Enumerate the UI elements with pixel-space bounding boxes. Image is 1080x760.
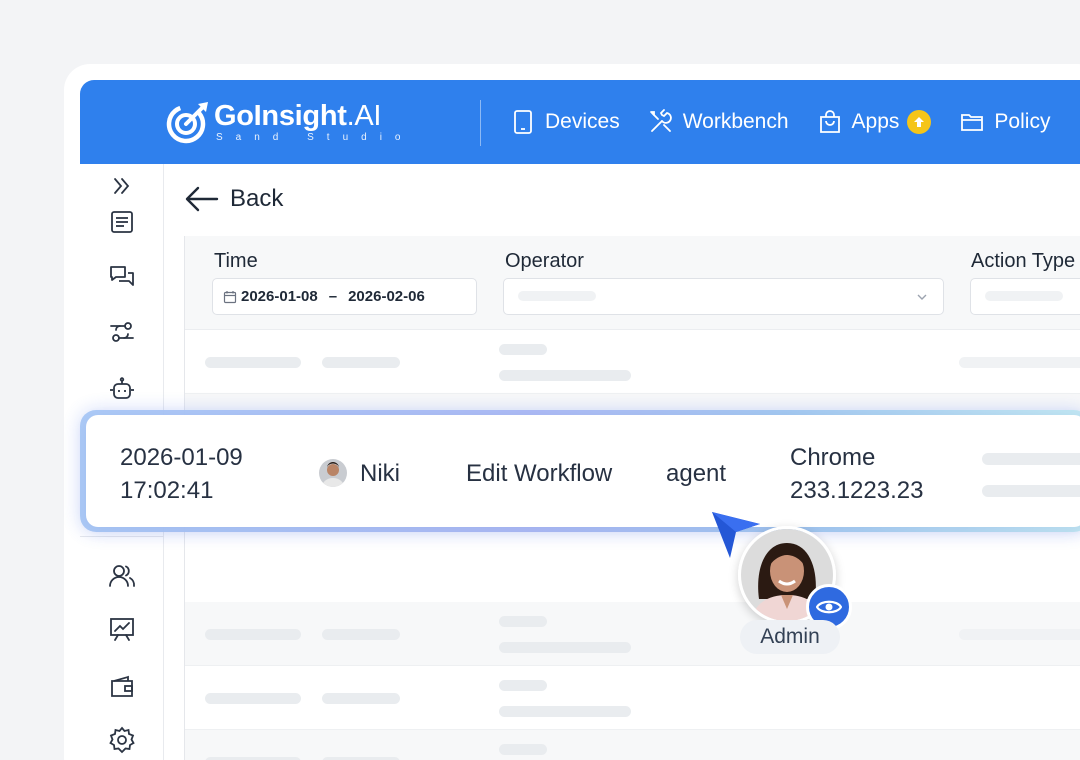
- filter-bar: Time 2026-01-08 – 2026-02-06 Operator Ac…: [185, 236, 1080, 330]
- table-row[interactable]: [185, 330, 1080, 394]
- chevron-down-icon: [917, 294, 927, 300]
- row-date: 2026-01-09: [120, 444, 243, 471]
- time-filter-label: Time: [214, 250, 258, 272]
- cell-skeleton: [982, 453, 1080, 465]
- nav-item-apps[interactable]: Apps: [817, 109, 932, 135]
- goinsight-logo-icon: [166, 102, 208, 144]
- viewer-label: Admin: [740, 620, 840, 654]
- brand-suffix: .AI: [346, 99, 382, 132]
- folder-icon: [961, 114, 984, 131]
- row-ip: 233.1223.23: [790, 477, 924, 504]
- action-type-filter-label: Action Type: [971, 250, 1076, 272]
- presentation-chart-icon[interactable]: [108, 615, 136, 643]
- row-browser: Chrome: [790, 444, 876, 471]
- robot-icon[interactable]: [108, 376, 136, 404]
- back-button[interactable]: Back: [184, 184, 283, 214]
- cell-skeleton: [499, 370, 631, 381]
- table-row[interactable]: [185, 602, 1080, 666]
- cell-skeleton: [322, 357, 400, 368]
- calendar-icon: [223, 290, 237, 303]
- document-icon[interactable]: [108, 208, 136, 236]
- workflow-icon[interactable]: [108, 318, 136, 346]
- date-from: 2026-01-08: [241, 288, 318, 305]
- back-label: Back: [230, 185, 284, 212]
- wallet-icon[interactable]: [108, 673, 136, 701]
- nav-label-devices: Devices: [545, 110, 620, 133]
- gear-icon[interactable]: [108, 726, 136, 754]
- brand-wordmark: GoInsight.AI Sand Studio: [214, 99, 414, 143]
- nav-item-workbench[interactable]: Workbench: [648, 109, 789, 135]
- nav-label-policy: Policy: [994, 110, 1051, 133]
- cell-skeleton: [499, 706, 631, 717]
- document-icon-main[interactable]: [108, 288, 136, 316]
- brand-logo[interactable]: GoInsight.AI Sand Studio: [164, 98, 414, 146]
- nav-label-workbench: Workbench: [682, 110, 789, 133]
- date-separator: –: [328, 288, 338, 305]
- nav-divider: [480, 100, 481, 146]
- placeholder-skeleton: [985, 291, 1063, 301]
- nav-item-devices[interactable]: Devices: [510, 109, 620, 135]
- cell-skeleton: [205, 693, 301, 704]
- cell-skeleton: [982, 485, 1080, 497]
- date-range-picker[interactable]: 2026-01-08 – 2026-02-06: [212, 278, 477, 315]
- nav-item-policy[interactable]: Policy: [959, 109, 1050, 135]
- top-navigation-bar: GoInsight.AI Sand Studio Devices Workben…: [80, 80, 1080, 164]
- cell-skeleton: [499, 642, 631, 653]
- brand-name: GoInsight: [214, 99, 347, 132]
- expand-icon[interactable]: [108, 172, 136, 200]
- operator-filter-label: Operator: [505, 250, 584, 272]
- cell-skeleton: [499, 680, 547, 691]
- cell-skeleton: [322, 629, 400, 640]
- operator-select[interactable]: [503, 278, 944, 315]
- sidebar-separator: [80, 536, 164, 537]
- arrow-left-icon: [185, 186, 219, 212]
- placeholder-skeleton: [518, 291, 596, 301]
- nav-label-apps: Apps: [851, 110, 900, 133]
- table-row[interactable]: [185, 666, 1080, 730]
- cell-skeleton: [959, 629, 1080, 640]
- cell-skeleton: [205, 629, 301, 640]
- cell-skeleton: [499, 344, 547, 355]
- tablet-icon: [514, 110, 532, 134]
- operator-avatar: [319, 459, 347, 487]
- action-type-select[interactable]: [970, 278, 1080, 315]
- cell-skeleton: [499, 616, 547, 627]
- row-target: agent: [666, 460, 727, 487]
- highlighted-log-row[interactable]: 2026-01-09 17:02:41 Niki Edit Workflow a…: [86, 415, 1080, 527]
- row-time: 17:02:41: [120, 477, 214, 504]
- cell-skeleton: [205, 357, 301, 368]
- cell-skeleton: [959, 357, 1080, 368]
- upload-badge-icon: [907, 110, 932, 134]
- date-to: 2026-02-06: [348, 288, 425, 305]
- chat-icon[interactable]: [108, 263, 136, 291]
- users-icon[interactable]: [108, 562, 136, 590]
- brand-tagline: Sand Studio: [216, 131, 414, 143]
- main-nav: Devices Workbench Apps Policy: [510, 80, 1078, 164]
- tools-icon: [649, 109, 672, 132]
- row-action: Edit Workflow: [466, 460, 613, 487]
- row-operator: Niki: [360, 460, 400, 487]
- bag-icon: [819, 110, 840, 133]
- cell-skeleton: [499, 744, 547, 755]
- table-row[interactable]: [185, 730, 1080, 760]
- cell-skeleton: [322, 693, 400, 704]
